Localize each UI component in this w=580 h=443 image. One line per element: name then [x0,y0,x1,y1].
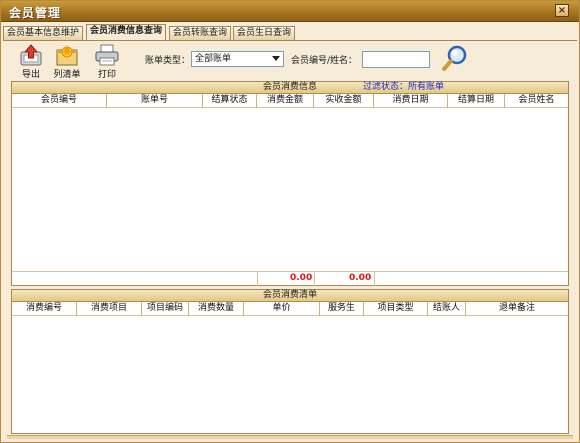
toolbar: 导出 列清单 打印 账单类型： 全部账单 会员编号/姓名： [5,41,577,81]
consumption-info-column-headers: 会员编号 账单号 结算状态 消费金额 实收金额 消费日期 结算日期 会员姓名 [12,94,568,108]
consumption-list-title: 会员消费清单 [262,290,317,300]
column-header-bill-no[interactable]: 账单号 [107,94,203,108]
export-label: 导出 [21,70,40,80]
column-header-settle-date[interactable]: 结算日期 [448,94,505,108]
consumption-list-panel: 会员消费清单 消费编号 消费项目 项目编码 消费数量 单价 服务生 项目类型 结… [11,289,569,434]
consumption-list-column-headers: 消费编号 消费项目 项目编码 消费数量 单价 服务生 项目类型 结账人 退单备注 [12,302,568,316]
column-header-consumption-amount[interactable]: 消费金额 [257,94,314,108]
column-header-consumption-item[interactable]: 消费项目 [77,302,142,316]
column-header-item-code[interactable]: 项目编码 [142,302,189,316]
chevron-down-icon[interactable] [272,56,280,61]
consumption-info-title: 会员消费信息 [262,82,317,92]
account-type-select[interactable]: 全部账单 [191,51,284,67]
column-header-member-name[interactable]: 会员姓名 [505,94,568,108]
consumption-info-header: 会员消费信息 过滤状态：所有账单 [12,82,568,94]
export-icon [20,44,42,66]
total-consumption-amount: 0.00 [290,273,313,283]
list-label: 列清单 [53,70,81,80]
column-header-refund-note[interactable]: 退单备注 [466,302,568,316]
totals-divider [314,272,315,286]
search-button[interactable] [441,44,469,72]
consumption-list-header: 会员消费清单 [12,290,568,302]
column-header-item-type[interactable]: 项目类型 [364,302,428,316]
member-search-input[interactable] [362,51,430,68]
print-button[interactable]: 打印 [91,44,123,80]
tab-member-basic-info[interactable]: 会员基本信息维护 [3,26,84,40]
list-icon [56,45,78,66]
consumption-info-panel: 会员消费信息 过滤状态：所有账单 会员编号 账单号 结算状态 消费金额 实收金额… [11,81,569,286]
window-title: 会员管理 [9,6,62,20]
status-strip [7,435,573,439]
title-bar[interactable]: 会员管理 × [1,1,579,22]
member-id-name-label: 会员编号/姓名： [291,56,358,66]
print-label: 打印 [97,70,116,80]
account-type-value: 全部账单 [195,54,232,64]
column-header-waiter[interactable]: 服务生 [320,302,364,316]
column-header-member-id[interactable]: 会员编号 [12,94,107,108]
totals-divider [374,272,375,286]
column-header-consumption-date[interactable]: 消费日期 [374,94,448,108]
column-header-quantity[interactable]: 消费数量 [189,302,244,316]
totals-divider [257,272,258,286]
column-header-settle-status[interactable]: 结算状态 [203,94,257,108]
printer-icon [95,44,119,66]
filter-status: 过滤状态：所有账单 [362,82,444,92]
consumption-list-rows [12,316,568,433]
tab-member-consumption-query[interactable]: 会员消费信息查询 [86,24,167,40]
list-button[interactable]: 列清单 [51,44,83,80]
column-header-received-amount[interactable]: 实收金额 [314,94,374,108]
consumption-info-rows [12,108,568,271]
consumption-info-totals: 0.00 0.00 [12,271,568,286]
export-button[interactable]: 导出 [15,44,47,80]
column-header-consumption-no[interactable]: 消费编号 [12,302,77,316]
tab-strip: 会员基本信息维护 会员消费信息查询 会员转账查询 会员生日查询 [3,24,577,40]
total-received-amount: 0.00 [349,273,372,283]
tab-member-birthday-query[interactable]: 会员生日查询 [233,26,296,40]
search-icon [442,45,467,71]
member-management-window: 会员管理 × 会员基本信息维护 会员消费信息查询 会员转账查询 会员生日查询 导… [0,0,580,443]
account-type-label: 账单类型： [145,56,191,66]
column-header-checkout-person[interactable]: 结账人 [428,302,466,316]
column-header-unit-price[interactable]: 单价 [244,302,320,316]
tab-member-transfer-query[interactable]: 会员转账查询 [169,26,232,40]
close-button[interactable]: × [555,4,569,17]
